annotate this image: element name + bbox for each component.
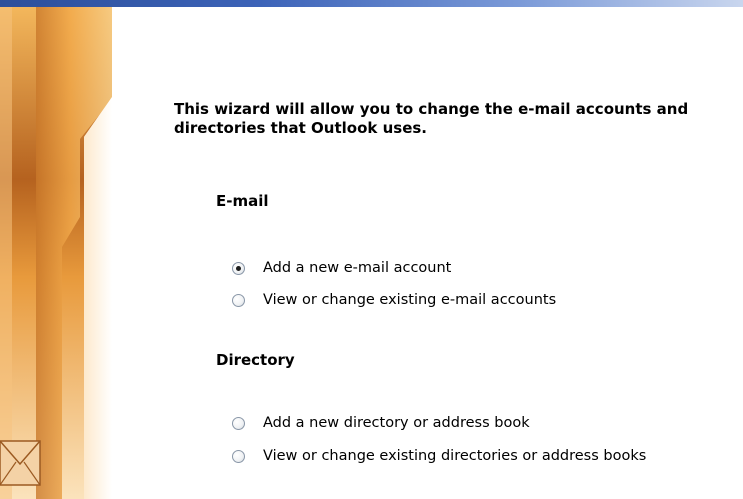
view-change-directories-option[interactable]: View or change existing directories or a…: [232, 446, 646, 466]
radio-button-checked[interactable]: [232, 261, 245, 275]
view-change-email-accounts-option[interactable]: View or change existing e-mail accounts: [232, 290, 556, 310]
radio-button[interactable]: [232, 449, 245, 463]
add-new-email-account-option[interactable]: Add a new e-mail account: [232, 258, 451, 278]
email-section-heading: E-mail: [216, 192, 269, 210]
radio-label: Add a new e-mail account: [263, 260, 452, 276]
wizard-intro-text: This wizard will allow you to change the…: [174, 100, 689, 137]
radio-label: View or change existing directories or a…: [263, 448, 647, 464]
e-mail-accounts-wizard: This wizard will allow you to change the…: [0, 0, 743, 499]
directory-section-heading: Directory: [216, 351, 295, 369]
radio-button[interactable]: [232, 293, 245, 307]
radio-label: Add a new directory or address book: [263, 415, 530, 431]
wizard-content: This wizard will allow you to change the…: [0, 0, 743, 499]
add-new-directory-option[interactable]: Add a new directory or address book: [232, 413, 530, 433]
radio-label: View or change existing e-mail accounts: [263, 292, 557, 308]
radio-button[interactable]: [232, 416, 245, 430]
